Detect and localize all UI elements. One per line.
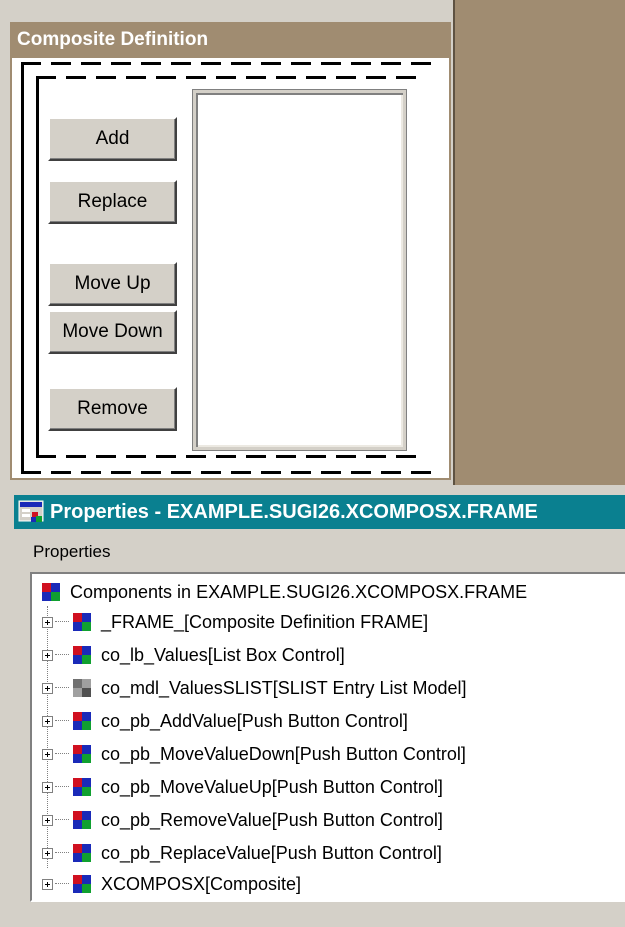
tree-item-label: co_lb_Values[List Box Control] bbox=[101, 644, 345, 665]
tree-item-label: co_pb_RemoveValue[Push Button Control] bbox=[101, 809, 443, 830]
expand-icon[interactable] bbox=[42, 878, 53, 890]
properties-group-label: Properties bbox=[33, 542, 111, 561]
component-icon bbox=[73, 875, 91, 893]
move-up-button[interactable]: Move Up bbox=[48, 262, 177, 306]
component-icon bbox=[73, 712, 91, 730]
component-icon bbox=[73, 778, 91, 796]
component-icon bbox=[73, 745, 91, 763]
tree-item-label: XCOMPOSX[Composite] bbox=[101, 873, 302, 894]
tree-item[interactable]: co_pb_RemoveValue[Push Button Control] bbox=[42, 805, 443, 835]
expand-icon[interactable] bbox=[42, 814, 53, 826]
add-button[interactable]: Add bbox=[48, 117, 177, 161]
frame-title: Composite Definition bbox=[10, 22, 451, 58]
model-icon bbox=[73, 679, 91, 697]
tree-item-label: co_mdl_ValuesSLIST[SLIST Entry List Mode… bbox=[101, 677, 467, 698]
component-icon bbox=[73, 646, 91, 664]
frame-background bbox=[453, 0, 625, 485]
tree-root-label: Components in EXAMPLE.SUGI26.XCOMPOSX.FR… bbox=[70, 581, 528, 602]
properties-titlebar[interactable]: Properties - EXAMPLE.SUGI26.XCOMPOSX.FRA… bbox=[14, 495, 625, 529]
values-listbox[interactable] bbox=[192, 89, 407, 451]
tree-item[interactable]: co_pb_ReplaceValue[Push Button Control] bbox=[42, 838, 442, 868]
tree-item[interactable]: co_mdl_ValuesSLIST[SLIST Entry List Mode… bbox=[42, 673, 467, 703]
tree-item-label: co_pb_MoveValueUp[Push Button Control] bbox=[101, 776, 443, 797]
expand-icon[interactable] bbox=[42, 715, 53, 727]
tree-root[interactable]: Components in EXAMPLE.SUGI26.XCOMPOSX.FR… bbox=[42, 577, 527, 607]
tree-item-label: co_pb_ReplaceValue[Push Button Control] bbox=[101, 842, 442, 863]
expand-icon[interactable] bbox=[42, 682, 53, 694]
properties-title: Properties - EXAMPLE.SUGI26.XCOMPOSX.FRA… bbox=[50, 501, 538, 523]
components-tree[interactable]: Components in EXAMPLE.SUGI26.XCOMPOSX.FR… bbox=[30, 572, 625, 902]
tree-item[interactable]: XCOMPOSX[Composite] bbox=[42, 869, 301, 899]
expand-icon[interactable] bbox=[42, 781, 53, 793]
tree-item-label: co_pb_AddValue[Push Button Control] bbox=[101, 710, 408, 731]
properties-app-icon bbox=[18, 500, 44, 522]
component-icon bbox=[73, 613, 91, 631]
tree-item[interactable]: co_pb_MoveValueUp[Push Button Control] bbox=[42, 772, 443, 802]
component-icon bbox=[42, 583, 60, 601]
component-icon bbox=[73, 811, 91, 829]
expand-icon[interactable] bbox=[42, 616, 53, 628]
replace-button[interactable]: Replace bbox=[48, 180, 177, 224]
remove-button[interactable]: Remove bbox=[48, 387, 177, 431]
expand-icon[interactable] bbox=[42, 748, 53, 760]
expand-icon[interactable] bbox=[42, 847, 53, 859]
move-down-button[interactable]: Move Down bbox=[48, 310, 177, 354]
tree-item[interactable]: co_pb_AddValue[Push Button Control] bbox=[42, 706, 408, 736]
component-icon bbox=[73, 844, 91, 862]
expand-icon[interactable] bbox=[42, 649, 53, 661]
tree-item-label: co_pb_MoveValueDown[Push Button Control] bbox=[101, 743, 466, 764]
tree-item[interactable]: co_pb_MoveValueDown[Push Button Control] bbox=[42, 739, 466, 769]
tree-item-label: _FRAME_[Composite Definition FRAME] bbox=[101, 611, 429, 632]
tree-item[interactable]: co_lb_Values[List Box Control] bbox=[42, 640, 345, 670]
tree-item[interactable]: _FRAME_[Composite Definition FRAME] bbox=[42, 607, 428, 637]
